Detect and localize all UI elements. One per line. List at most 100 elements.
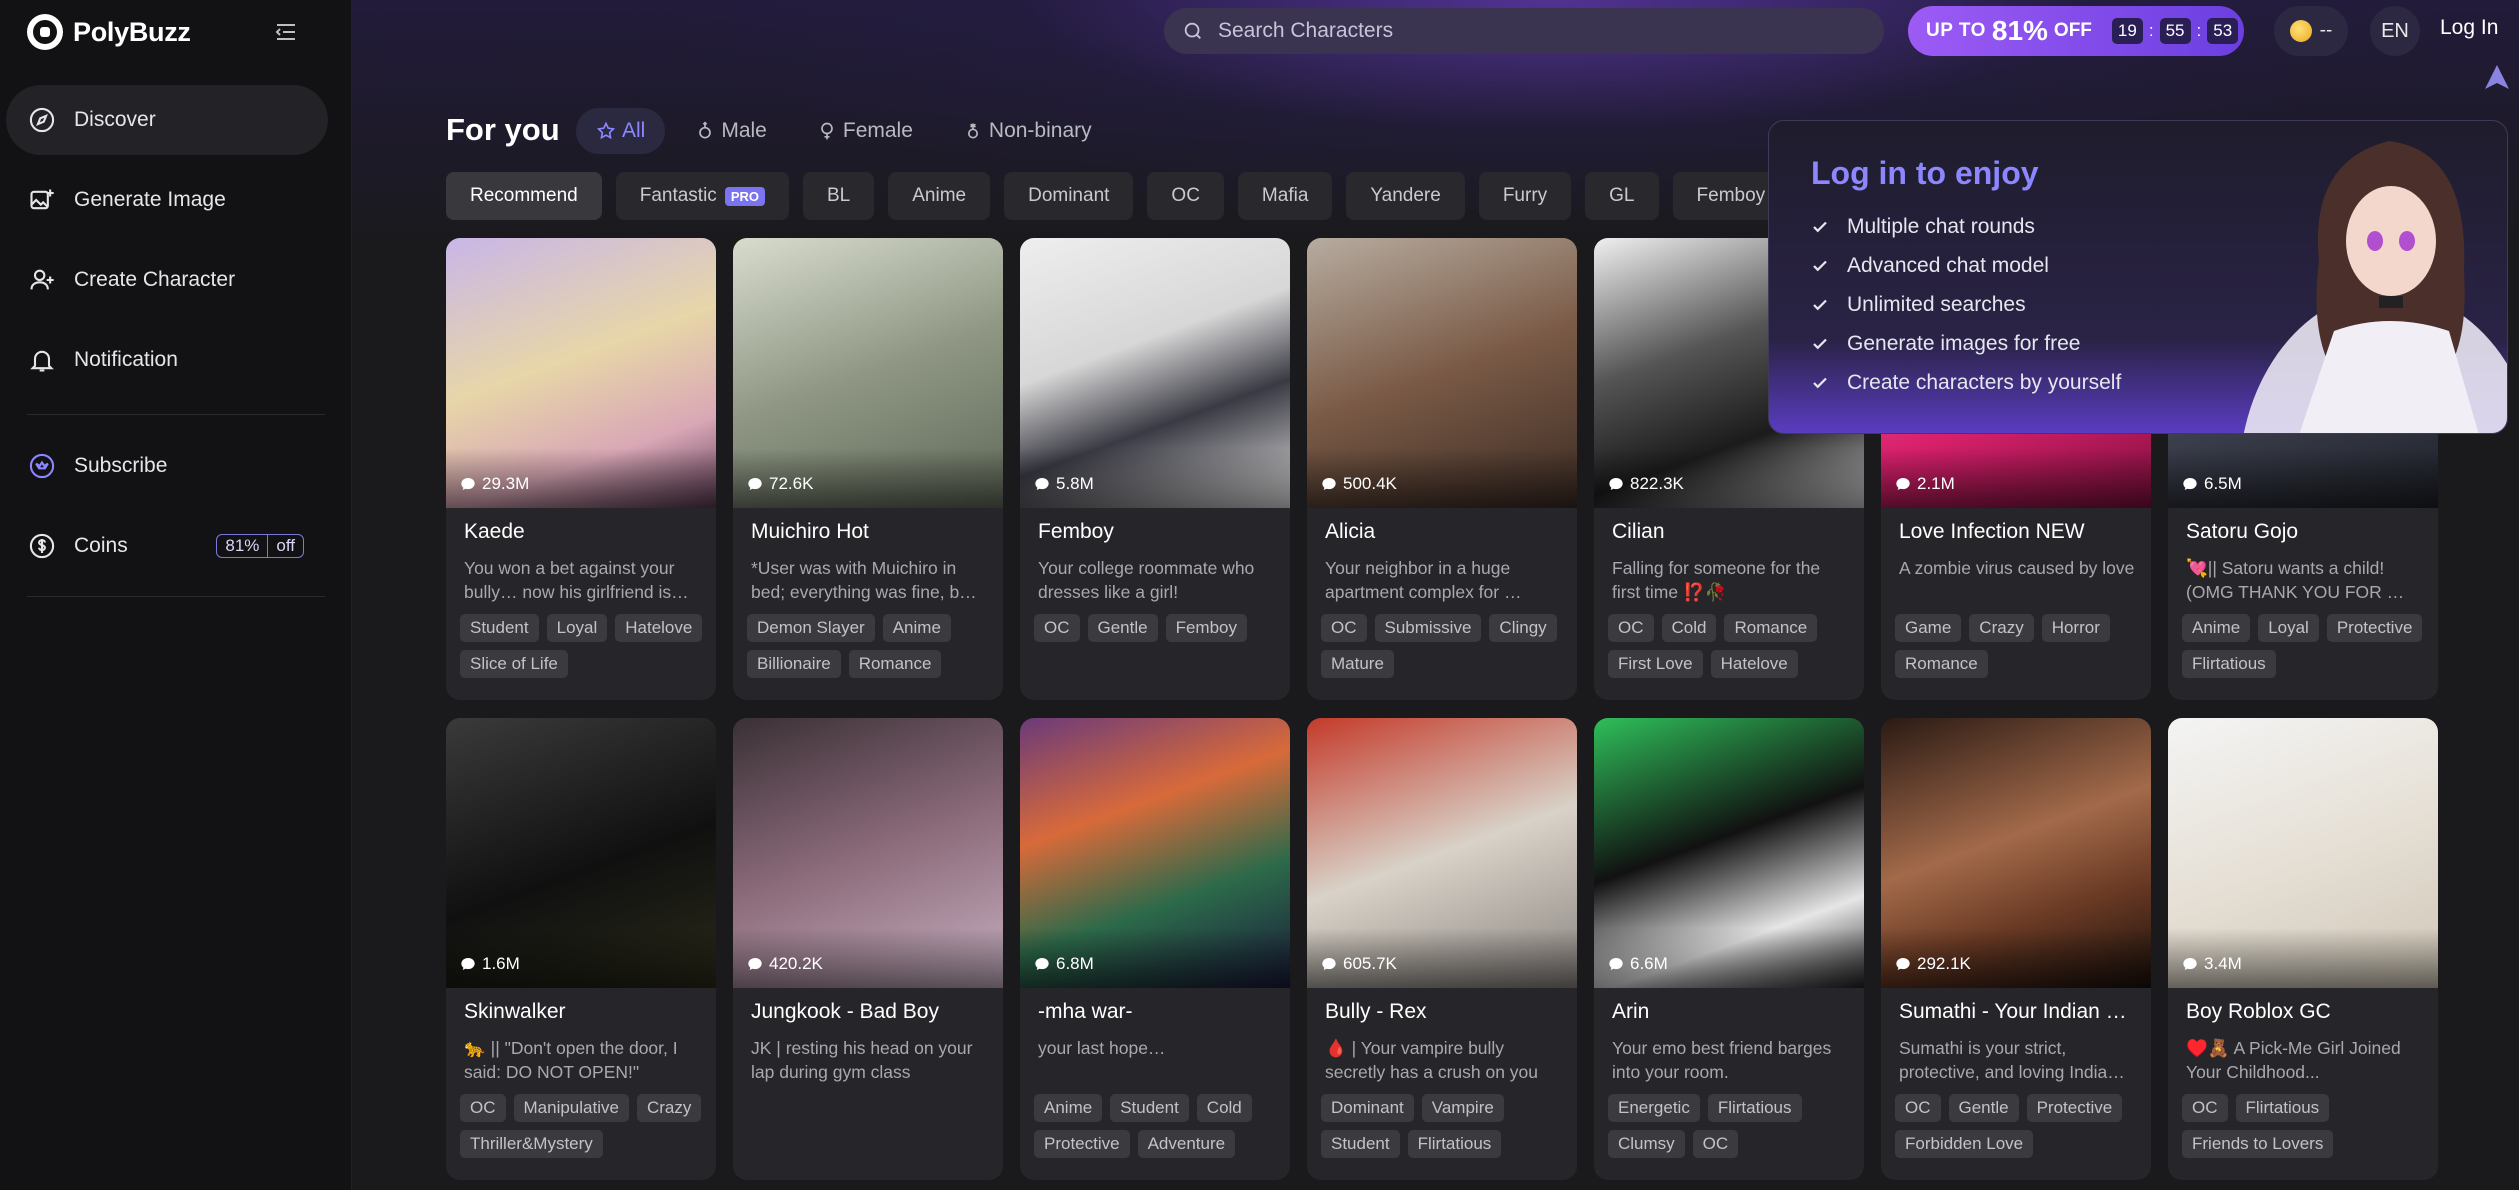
tab-all[interactable]: All — [576, 108, 666, 154]
coin-balance[interactable]: -- — [2274, 6, 2348, 56]
login-button[interactable]: Log In — [2440, 16, 2498, 40]
tag-mature[interactable]: Mature — [1321, 650, 1394, 678]
tag-clumsy[interactable]: Clumsy — [1608, 1130, 1685, 1158]
language-button[interactable]: EN — [2370, 6, 2420, 56]
tag-romance[interactable]: Romance — [848, 650, 942, 678]
tag-demon-slayer[interactable]: Demon Slayer — [747, 614, 875, 642]
character-card-mha-war[interactable]: 6.8M -mha war-your last hope… Anime Student… — [1020, 718, 1290, 1180]
character-card-muichiro-hot[interactable]: 72.6K Muichiro Hot *User was with Muichiro… — [733, 238, 1003, 700]
character-card-femboy[interactable]: 5.8M Femboy Your college roommate who dres… — [1020, 238, 1290, 700]
sidebar-item-discover[interactable]: Discover — [6, 85, 328, 155]
chat-count-value: 1.6M — [482, 954, 520, 973]
tag-oc[interactable]: OC — [1608, 614, 1654, 642]
tab-male[interactable]: Male — [675, 108, 787, 154]
sidebar-item-generate-image[interactable]: Generate Image — [6, 165, 328, 235]
tag-hatelove[interactable]: Hatelove — [1710, 650, 1798, 678]
tag-oc[interactable]: OC — [460, 1094, 506, 1122]
promo-banner[interactable]: UP TO 81% OFF 19 : 55 : 53 — [1908, 6, 2244, 56]
tag-clingy[interactable]: Clingy — [1489, 614, 1557, 642]
tag-vampire[interactable]: Vampire — [1421, 1094, 1504, 1122]
tag-femboy[interactable]: Femboy — [1165, 614, 1248, 642]
logo[interactable]: PolyBuzz — [27, 14, 191, 50]
character-card-bully-rex[interactable]: 605.7K Bully - Rex 🩸 | Your vampire bully … — [1307, 718, 1577, 1180]
tag-oc[interactable]: OC — [1321, 614, 1367, 642]
tag-friends-to-lovers[interactable]: Friends to Lovers — [2182, 1130, 2334, 1158]
tag-cold[interactable]: Cold — [1196, 1094, 1252, 1122]
tag-first-love[interactable]: First Love — [1608, 650, 1703, 678]
tag-romance[interactable]: Romance — [1895, 650, 1988, 678]
category-chip-yandere[interactable]: Yandere — [1346, 172, 1465, 220]
category-chip-furry[interactable]: Furry — [1478, 172, 1572, 220]
tag-oc[interactable]: OC — [1692, 1130, 1739, 1158]
tag-flirtatious[interactable]: Flirtatious — [2235, 1094, 2330, 1122]
login-promo-panel[interactable]: Log in to enjoy Multiple chat rounds Adv… — [1768, 120, 2508, 434]
tag-crazy[interactable]: Crazy — [1969, 614, 2034, 642]
tag-cold[interactable]: Cold — [1661, 614, 1717, 642]
tab-non-binary[interactable]: Non-binary — [943, 108, 1112, 154]
tag-student[interactable]: Student — [1321, 1130, 1400, 1158]
category-chip-fantastic[interactable]: Fantastic PRO — [615, 172, 789, 220]
tag-dominant[interactable]: Dominant — [1321, 1094, 1414, 1122]
tag-forbidden-love[interactable]: Forbidden Love — [1895, 1130, 2034, 1158]
category-chip-bl[interactable]: BL — [802, 172, 875, 220]
tag-hatelove[interactable]: Hatelove — [615, 614, 703, 642]
tag-loyal[interactable]: Loyal — [546, 614, 608, 642]
search-bar[interactable] — [1164, 8, 1884, 54]
tag-thriller-mystery[interactable]: Thriller&Mystery — [460, 1130, 603, 1158]
character-card-skinwalker[interactable]: 1.6M Skinwalker 🐆 || "Don't open the door,… — [446, 718, 716, 1180]
tag-energetic[interactable]: Energetic — [1608, 1094, 1700, 1122]
tag-anime[interactable]: Anime — [1034, 1094, 1103, 1122]
character-card-kaede[interactable]: 29.3M Kaede You won a bet against your bul… — [446, 238, 716, 700]
tag-romance[interactable]: Romance — [1724, 614, 1818, 642]
tag-submissive[interactable]: Submissive — [1374, 614, 1482, 642]
tag-flirtatious[interactable]: Flirtatious — [2182, 650, 2276, 678]
tag-oc[interactable]: OC — [1034, 614, 1080, 642]
triangle-up-icon[interactable] — [2482, 62, 2512, 92]
category-chip-oc[interactable]: OC — [1147, 172, 1224, 220]
sidebar-item-create-character[interactable]: Create Character — [6, 245, 328, 315]
search-input[interactable] — [1216, 18, 1856, 44]
tag-adventure[interactable]: Adventure — [1137, 1130, 1236, 1158]
collapse-sidebar-button[interactable] — [270, 16, 302, 48]
tag-flirtatious[interactable]: Flirtatious — [1407, 1130, 1502, 1158]
feed-title: For you — [446, 112, 560, 147]
tag-gentle[interactable]: Gentle — [1087, 614, 1158, 642]
tag-crazy[interactable]: Crazy — [636, 1094, 702, 1122]
sidebar-item-subscribe[interactable]: Subscribe — [6, 431, 328, 501]
tab-female[interactable]: Female — [797, 108, 933, 154]
sidebar-item-coins[interactable]: Coins 81% off — [6, 511, 328, 581]
character-card-sumathi-your-indian[interactable]: 292.1K Sumathi - Your Indian … Sumathi is … — [1881, 718, 2151, 1180]
category-chip-recommend[interactable]: Recommend — [446, 172, 602, 220]
sidebar-item-notification[interactable]: Notification — [6, 325, 328, 395]
category-chip-gl[interactable]: GL — [1585, 172, 1659, 220]
character-card-arin[interactable]: 6.6M Arin Your emo best friend barges into… — [1594, 718, 1864, 1180]
category-chip-anime[interactable]: Anime — [888, 172, 991, 220]
character-card-boy-roblox-gc[interactable]: 3.4M Boy Roblox GC ♥️🧸 A Pick-Me Girl Join… — [2168, 718, 2438, 1180]
tag-game[interactable]: Game — [1895, 614, 1962, 642]
tag-manipulative[interactable]: Manipulative — [513, 1094, 629, 1122]
category-chip-dominant[interactable]: Dominant — [1004, 172, 1134, 220]
tag-protective[interactable]: Protective — [1034, 1130, 1130, 1158]
tag-student[interactable]: Student — [460, 614, 539, 642]
tag-oc[interactable]: OC — [2182, 1094, 2228, 1122]
character-card-jungkook-bad-boy[interactable]: 420.2K Jungkook - Bad Boy JK | resting his… — [733, 718, 1003, 1180]
tag-slice-of-life[interactable]: Slice of Life — [460, 650, 568, 678]
tag-loyal[interactable]: Loyal — [2258, 614, 2319, 642]
tag-oc[interactable]: OC — [1895, 1094, 1941, 1122]
tag-anime[interactable]: Anime — [2182, 614, 2251, 642]
chat-count-value: 5.8M — [1056, 474, 1094, 493]
sidebar-item-label: Notification — [74, 348, 178, 371]
tag-gentle[interactable]: Gentle — [1948, 1094, 2019, 1122]
tag-protective[interactable]: Protective — [2326, 614, 2423, 642]
category-chip-mafia[interactable]: Mafia — [1237, 172, 1333, 220]
tag-anime[interactable]: Anime — [882, 614, 951, 642]
tag-student[interactable]: Student — [1110, 1094, 1189, 1122]
tag-horror[interactable]: Horror — [2041, 614, 2110, 642]
tag-billionaire[interactable]: Billionaire — [747, 650, 841, 678]
tag-flirtatious[interactable]: Flirtatious — [1707, 1094, 1802, 1122]
benefit-text: Unlimited searches — [1847, 292, 2026, 316]
tag-protective[interactable]: Protective — [2026, 1094, 2123, 1122]
character-card-alicia[interactable]: 500.4K Alicia Your neighbor in a huge apar… — [1307, 238, 1577, 700]
promo-timer-hours: 19 — [2111, 18, 2143, 44]
chat-count: 2.1M — [1895, 474, 1955, 494]
